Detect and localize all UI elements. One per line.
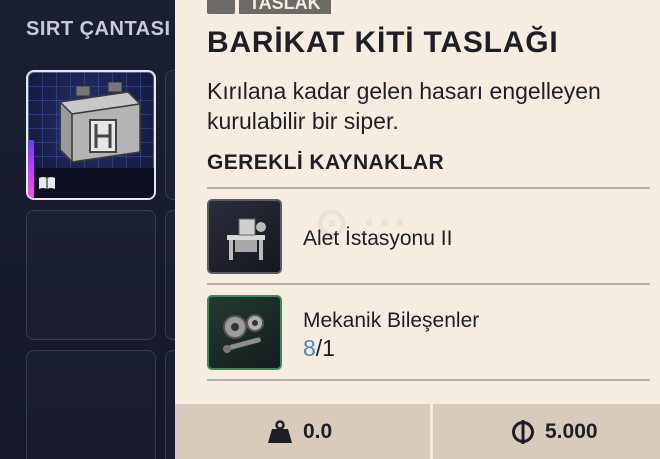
- barricade-kit-icon: [58, 82, 142, 164]
- item-title: BARİKAT KİTİ TASLAĞI: [207, 26, 559, 59]
- requirements-title: GEREKLİ KAYNAKLAR: [207, 151, 445, 174]
- divider: [207, 379, 650, 381]
- need-count: /1: [315, 335, 335, 361]
- weight-stat: 0.0: [267, 404, 332, 459]
- requirement-count: 8/1: [303, 335, 335, 362]
- inventory-slot[interactable]: [26, 210, 156, 340]
- requirement-row[interactable]: Mekanik Bileşenler 8/1: [207, 295, 650, 371]
- weight-icon: [268, 419, 292, 443]
- workbench-icon: [207, 199, 282, 274]
- item-description: Kırılana kadar gelen hasarı engelleyen k…: [207, 78, 601, 134]
- item-footer: 0.0 5.000: [175, 404, 660, 459]
- item-detail-panel: TASLAK BARİKAT KİTİ TASLAĞI Kırılana kad…: [175, 0, 660, 459]
- blueprint-book-icon: [39, 177, 55, 189]
- inventory-slot-selected[interactable]: [26, 70, 156, 200]
- inventory-slot[interactable]: [26, 350, 156, 459]
- gears-icon: [207, 295, 282, 370]
- footer-separator: [430, 404, 433, 459]
- blueprint-category-icon: [207, 0, 235, 14]
- divider: [207, 283, 650, 285]
- have-count: 8: [303, 335, 316, 361]
- value-amount: 5.000: [545, 419, 598, 443]
- divider: [207, 187, 650, 189]
- requirement-row[interactable]: Alet İstasyonu II: [207, 199, 650, 275]
- backpack-panel: SIRT ÇANTASI: [0, 0, 295, 459]
- rarity-bar: [28, 140, 34, 198]
- category-badge: TASLAK: [207, 0, 331, 14]
- category-label: TASLAK: [239, 0, 331, 14]
- weight-value: 0.0: [303, 419, 333, 443]
- backpack-title: SIRT ÇANTASI: [26, 18, 171, 40]
- requirement-name: Alet İstasyonu II: [303, 227, 453, 250]
- value-stat: 5.000: [511, 404, 598, 459]
- coin-icon: [512, 419, 534, 444]
- requirement-name: Mekanik Bileşenler: [303, 309, 480, 332]
